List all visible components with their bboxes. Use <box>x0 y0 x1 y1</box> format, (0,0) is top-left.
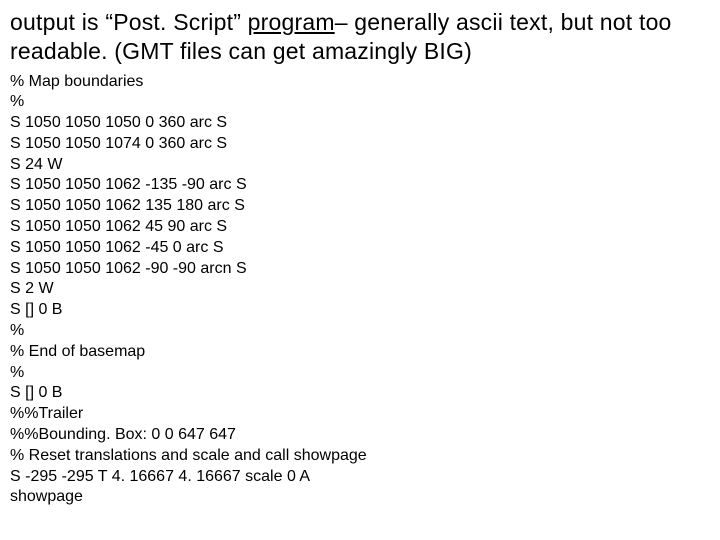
code-line: S 24 W <box>10 155 710 176</box>
code-line: % <box>10 363 710 384</box>
postscript-code-block: % Map boundaries % S 1050 1050 1050 0 36… <box>10 72 710 509</box>
code-line: S [] 0 B <box>10 300 710 321</box>
code-line: showpage <box>10 487 710 508</box>
code-line: S 1050 1050 1062 45 90 arc S <box>10 217 710 238</box>
code-line: %%Bounding. Box: 0 0 647 647 <box>10 425 710 446</box>
slide-heading: output is “Post. Script” program– genera… <box>10 8 710 66</box>
code-line: % Map boundaries <box>10 72 710 93</box>
code-line: S -295 -295 T 4. 16667 4. 16667 scale 0 … <box>10 467 710 488</box>
code-line: S [] 0 B <box>10 383 710 404</box>
code-line: % <box>10 92 710 113</box>
code-line: S 1050 1050 1062 -135 -90 arc S <box>10 175 710 196</box>
code-line: S 1050 1050 1062 -45 0 arc S <box>10 238 710 259</box>
code-line: % Reset translations and scale and call … <box>10 446 710 467</box>
code-line: % End of basemap <box>10 342 710 363</box>
code-line: S 1050 1050 1074 0 360 arc S <box>10 134 710 155</box>
heading-underlined: program <box>248 9 335 35</box>
code-line: S 2 W <box>10 279 710 300</box>
code-line: S 1050 1050 1062 135 180 arc S <box>10 196 710 217</box>
code-line: %%Trailer <box>10 404 710 425</box>
code-line: S 1050 1050 1050 0 360 arc S <box>10 113 710 134</box>
heading-prefix: output is “Post. Script” <box>10 9 248 35</box>
code-line: S 1050 1050 1062 -90 -90 arcn S <box>10 259 710 280</box>
code-line: % <box>10 321 710 342</box>
